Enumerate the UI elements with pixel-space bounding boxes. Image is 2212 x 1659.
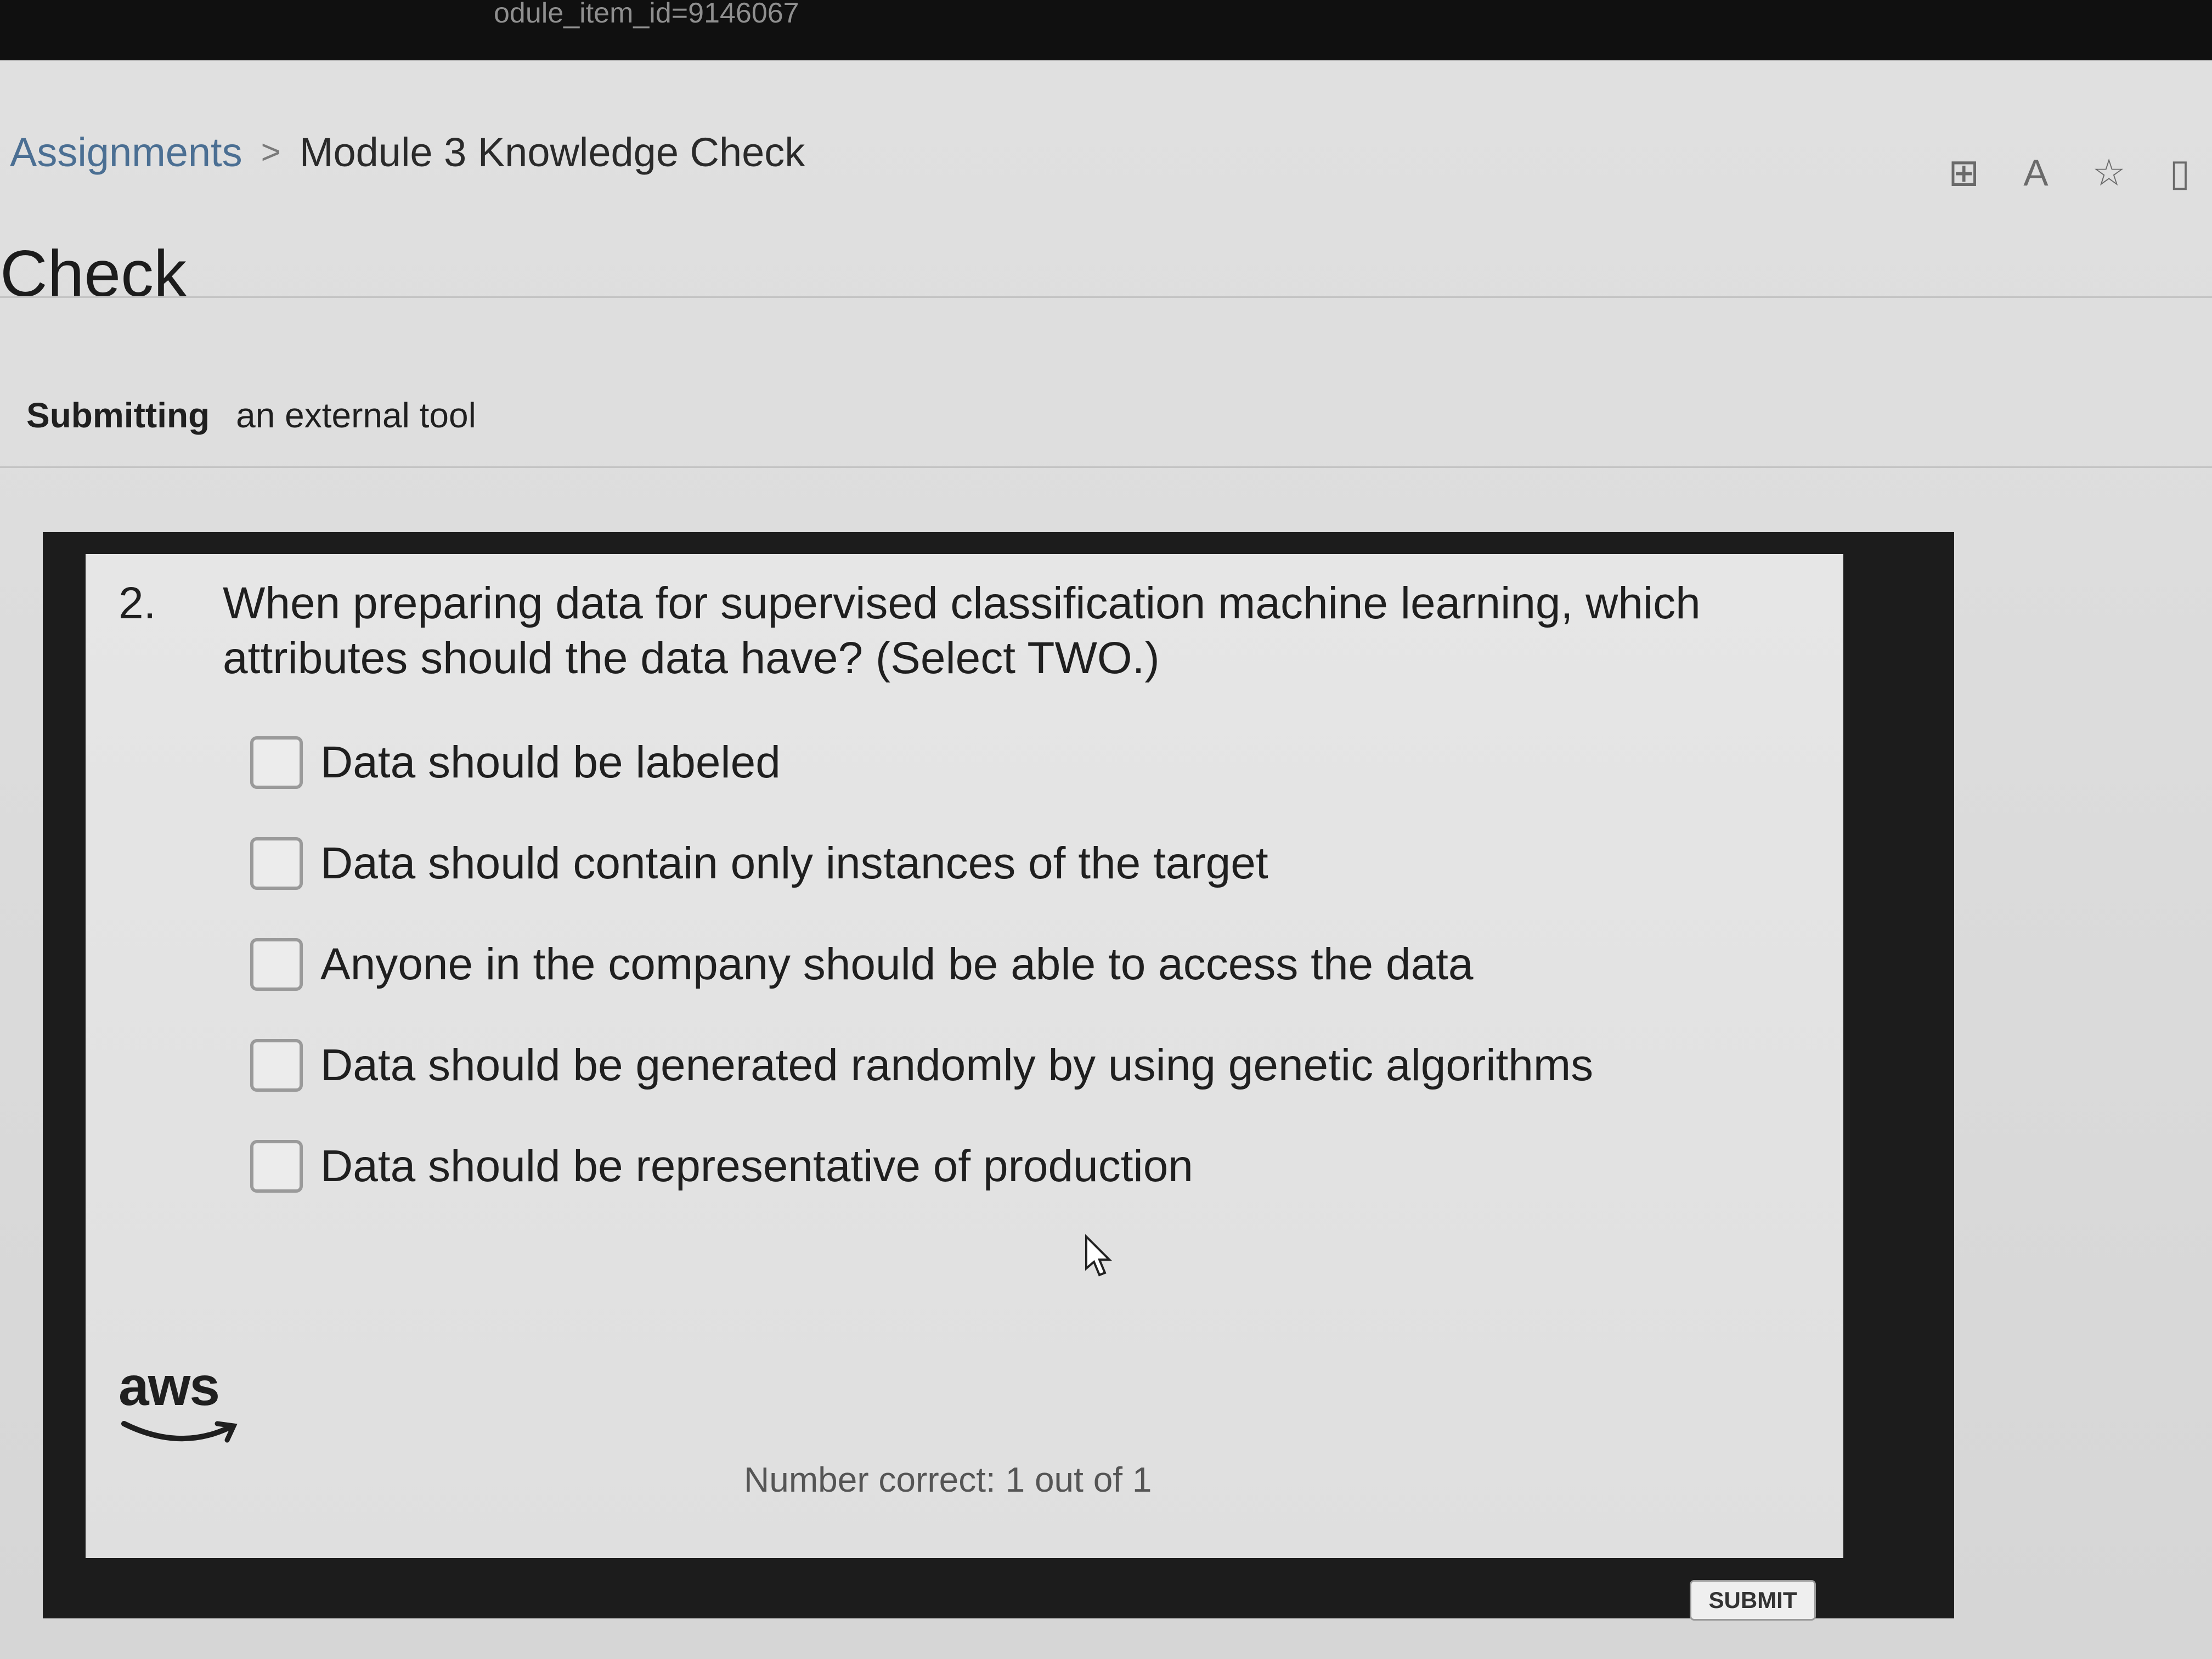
option-label[interactable]: Data should be representative of product…	[320, 1141, 1193, 1192]
submitting-label: Submitting	[26, 396, 210, 435]
breadcrumb-current: Module 3 Knowledge Check	[299, 129, 805, 175]
page-content: ⊞ A ☆ ▯ Assignments > Module 3 Knowledge…	[0, 60, 2212, 1659]
breadcrumb-assignments-link[interactable]: Assignments	[10, 129, 242, 176]
sidebar-icon[interactable]: ▯	[2170, 151, 2190, 195]
option-only-target-instances[interactable]: Data should contain only instances of th…	[250, 836, 1593, 891]
option-checkbox[interactable]	[250, 1140, 303, 1193]
breadcrumb-separator: >	[261, 133, 281, 171]
browser-address-bar[interactable]: odule_item_id=9146067	[0, 0, 2212, 60]
submitting-value: an external tool	[236, 396, 476, 435]
details-divider	[0, 466, 2212, 468]
mouse-pointer-icon	[1085, 1234, 1112, 1277]
page-title: Check	[0, 237, 187, 311]
option-label[interactable]: Data should be labeled	[320, 737, 781, 788]
option-label[interactable]: Anyone in the company should be able to …	[320, 939, 1474, 990]
aws-smile-icon	[121, 1421, 238, 1443]
option-company-access[interactable]: Anyone in the company should be able to …	[250, 937, 1593, 992]
favorite-star-icon[interactable]: ☆	[2092, 151, 2126, 195]
browser-toolbar: ⊞ A ☆ ▯	[1883, 121, 2212, 225]
question-text: When preparing data for supervised class…	[223, 578, 1701, 683]
split-screen-icon[interactable]: ⊞	[1948, 151, 1979, 195]
submission-type: Submitting an external tool	[26, 395, 476, 436]
option-checkbox[interactable]	[250, 1039, 303, 1092]
question-number: 2.	[119, 578, 156, 628]
option-label[interactable]: Data should contain only instances of th…	[320, 838, 1268, 889]
breadcrumb: Assignments > Module 3 Knowledge Check	[10, 129, 805, 176]
option-checkbox[interactable]	[250, 736, 303, 789]
option-checkbox[interactable]	[250, 938, 303, 991]
option-data-labeled[interactable]: Data should be labeled	[250, 735, 1593, 790]
option-representative-production[interactable]: Data should be representative of product…	[250, 1139, 1593, 1194]
question: 2. When preparing data for supervised cl…	[119, 576, 1819, 686]
option-genetic-algorithms[interactable]: Data should be generated randomly by usi…	[250, 1038, 1593, 1093]
quiz-panel: 2. When preparing data for supervised cl…	[86, 554, 1843, 1558]
answer-options: Data should be labeled Data should conta…	[250, 735, 1593, 1240]
aws-logo: aws	[119, 1355, 250, 1443]
header-divider	[0, 296, 2212, 298]
url-text[interactable]: odule_item_id=9146067	[494, 0, 799, 30]
option-label[interactable]: Data should be generated randomly by usi…	[320, 1040, 1593, 1091]
aws-logo-text: aws	[119, 1356, 220, 1417]
score-text: Number correct: 1 out of 1	[744, 1460, 1152, 1499]
option-checkbox[interactable]	[250, 837, 303, 890]
submit-button[interactable]: SUBMIT	[1690, 1580, 1816, 1621]
read-aloud-icon[interactable]: A	[2023, 151, 2048, 194]
